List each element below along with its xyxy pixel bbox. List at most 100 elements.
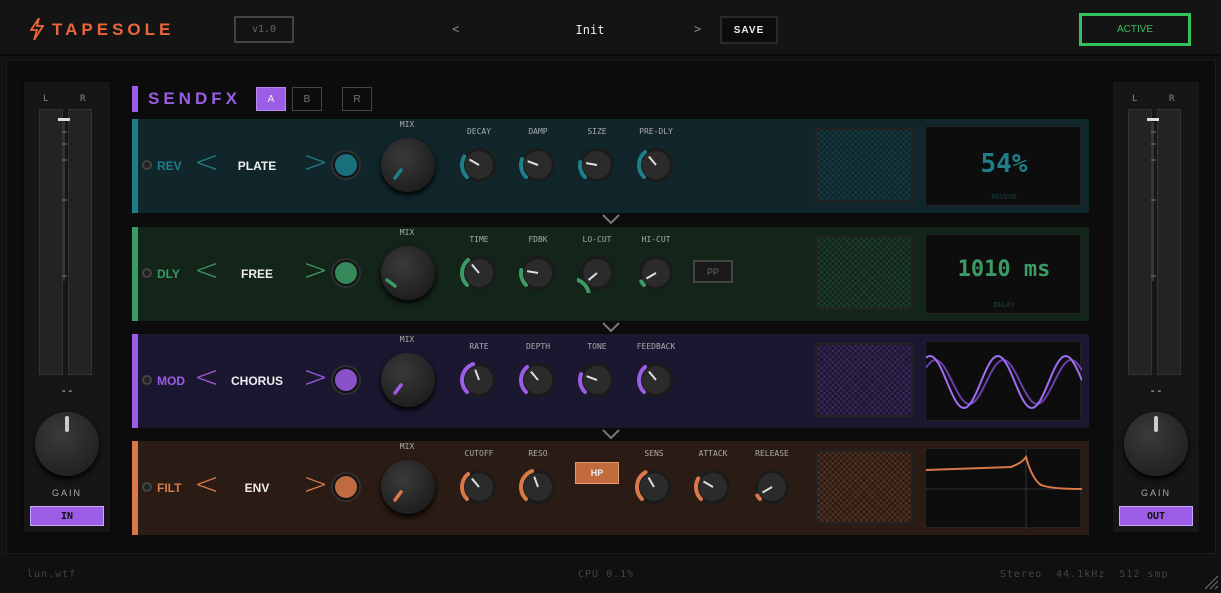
- param-knob[interactable]: [459, 145, 499, 185]
- active-toggle[interactable]: ACTIVE: [1079, 13, 1191, 46]
- knob-label: DECAY: [466, 127, 492, 136]
- knob-label: SENS: [644, 449, 664, 458]
- prev-preset-button[interactable]: <: [452, 22, 459, 36]
- chevron-down-icon: [602, 214, 620, 225]
- visual-display: 1010 ms DELAY: [925, 234, 1081, 314]
- row-accent-stripe: [132, 119, 138, 213]
- param-knob[interactable]: [693, 467, 733, 507]
- color-dot[interactable]: [333, 260, 359, 286]
- enable-led[interactable]: [142, 482, 152, 492]
- knob-label: ATTACK: [698, 449, 728, 458]
- sendfx-title: SENDFX: [148, 89, 241, 108]
- top-bar: TAPESOLE v1.0 < Init > SAVE ACTIVE: [0, 0, 1221, 56]
- slot-b-button[interactable]: B: [292, 87, 322, 111]
- param-knob[interactable]: [577, 253, 617, 293]
- slot-a-button[interactable]: A: [256, 87, 286, 111]
- param-knob[interactable]: [518, 253, 558, 293]
- mix-label: MIX: [399, 442, 415, 451]
- pingpong-toggle[interactable]: PP: [693, 260, 733, 283]
- visual-display: [925, 341, 1083, 421]
- xy-pad[interactable]: [815, 236, 913, 310]
- preset-name[interactable]: Init: [540, 23, 640, 37]
- brand-logo: TAPESOLE: [52, 20, 175, 39]
- filter-curve: [925, 449, 1083, 529]
- meter-l-label: L: [43, 94, 49, 104]
- param-knob[interactable]: [752, 467, 792, 507]
- meter-r-label: R: [1169, 94, 1175, 104]
- mix-knob[interactable]: [381, 246, 435, 300]
- cpu-readout: CPU 0.1%: [578, 569, 635, 580]
- param-knob[interactable]: [518, 360, 558, 400]
- prev-type-button[interactable]: <: [194, 360, 219, 395]
- mix-knob[interactable]: [381, 138, 435, 192]
- color-dot[interactable]: [333, 367, 359, 393]
- color-dot[interactable]: [333, 474, 359, 500]
- next-type-button[interactable]: >: [303, 253, 328, 288]
- param-knob[interactable]: [577, 360, 617, 400]
- audio-format-readout: Stereo 44.1kHz 512 smp: [1000, 569, 1169, 580]
- type-name: PLATE: [237, 159, 277, 173]
- param-knob[interactable]: [518, 467, 558, 507]
- param-knob[interactable]: [459, 467, 499, 507]
- param-knob[interactable]: [518, 145, 558, 185]
- fx-row-filt: FILT < ENV > MIX CUTOFF RESO SENS ATTACK REL…: [132, 441, 1089, 535]
- peak-readout: --: [60, 384, 74, 397]
- display-caption: REVERB: [991, 193, 1017, 201]
- resize-grip-icon[interactable]: [1203, 574, 1219, 590]
- enable-led[interactable]: [142, 268, 152, 278]
- mix-knob[interactable]: [381, 353, 435, 407]
- prev-type-button[interactable]: <: [194, 145, 219, 180]
- row-label: REV: [157, 159, 182, 173]
- type-name: ENV: [244, 481, 270, 495]
- status-bar: lun.wtf CPU 0.1% Stereo 44.1kHz 512 smp: [0, 558, 1221, 593]
- row-label: DLY: [157, 267, 180, 281]
- enable-led[interactable]: [142, 375, 152, 385]
- next-type-button[interactable]: >: [303, 145, 328, 180]
- knob-label: PRE-DLY: [639, 127, 673, 136]
- next-preset-button[interactable]: >: [694, 22, 701, 36]
- knob-label: RATE: [469, 342, 489, 351]
- knob-label: RELEASE: [755, 449, 789, 458]
- display-value: 54%: [980, 149, 1028, 179]
- param-knob[interactable]: [636, 145, 676, 185]
- filter-mode-toggle[interactable]: HP: [575, 462, 619, 484]
- mix-label: MIX: [399, 228, 415, 237]
- output-gain-knob[interactable]: [1124, 412, 1188, 476]
- display-caption: DELAY: [993, 301, 1015, 309]
- output-button[interactable]: OUT: [1119, 506, 1193, 526]
- slot-reset-button[interactable]: R: [342, 87, 372, 111]
- xy-pad[interactable]: [815, 128, 913, 202]
- xy-pad[interactable]: [815, 450, 913, 524]
- meter-r-label: R: [80, 94, 86, 104]
- gain-label: GAIN: [1140, 488, 1171, 498]
- save-button[interactable]: SAVE: [720, 16, 778, 44]
- param-knob[interactable]: [577, 145, 617, 185]
- param-knob[interactable]: [459, 253, 499, 293]
- prev-type-button[interactable]: <: [194, 253, 219, 288]
- row-label: FILT: [157, 481, 182, 495]
- fx-row-dly: DLY < FREE > MIX TIME FDBK LO-CUT HI-CUT PP 1…: [132, 227, 1089, 321]
- chevron-down-icon: [602, 429, 620, 440]
- meter-l-label: L: [1132, 94, 1138, 104]
- bolt-icon: [30, 18, 44, 40]
- knob-label: LO-CUT: [582, 235, 612, 244]
- mix-knob[interactable]: [381, 460, 435, 514]
- input-gain-knob[interactable]: [35, 412, 99, 476]
- next-type-button[interactable]: >: [303, 467, 328, 502]
- next-type-button[interactable]: >: [303, 360, 328, 395]
- prev-type-button[interactable]: <: [194, 467, 219, 502]
- row-accent-stripe: [132, 334, 138, 428]
- xy-pad[interactable]: [815, 343, 913, 417]
- mix-label: MIX: [399, 335, 415, 344]
- input-button[interactable]: IN: [30, 506, 104, 526]
- color-dot[interactable]: [333, 152, 359, 178]
- param-knob[interactable]: [634, 467, 674, 507]
- enable-led[interactable]: [142, 160, 152, 170]
- row-accent-stripe: [132, 227, 138, 321]
- param-knob[interactable]: [636, 253, 676, 293]
- param-knob[interactable]: [459, 360, 499, 400]
- param-knob[interactable]: [636, 360, 676, 400]
- type-name: CHORUS: [230, 374, 283, 388]
- mix-label: MIX: [399, 120, 415, 129]
- knob-label: RESO: [528, 449, 548, 458]
